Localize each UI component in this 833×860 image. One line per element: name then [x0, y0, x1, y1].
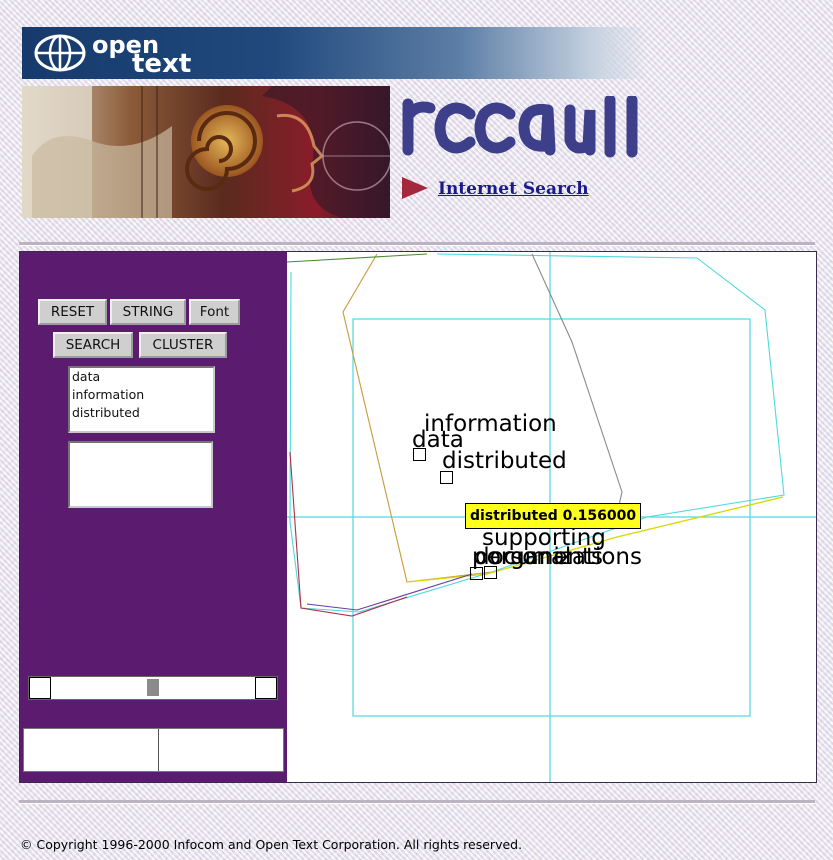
string-button[interactable]: STRING [110, 299, 186, 325]
term-weight-tooltip: distributed 0.156000 [465, 503, 642, 529]
font-button[interactable]: Font [189, 299, 240, 325]
control-panel: RESET STRING Font SEARCH CLUSTER data in… [20, 252, 287, 782]
term-label-organizations[interactable]: organizations [487, 546, 642, 569]
product-logo [398, 94, 663, 162]
gray-trace [531, 253, 623, 515]
status-field-right [159, 729, 283, 771]
slider-right-button[interactable] [255, 677, 277, 699]
copyright-notice: © Copyright 1996-2000 Infocom and Open T… [20, 837, 523, 852]
internet-search-link[interactable]: Internet Search [438, 179, 589, 199]
arrow-right-icon [402, 177, 428, 199]
opentext-banner: open text [22, 27, 648, 79]
result-list[interactable] [68, 441, 213, 508]
keyword-item[interactable]: distributed [72, 404, 213, 422]
keyword-item[interactable]: data [72, 368, 213, 386]
keyword-list[interactable]: data information distributed [68, 366, 215, 433]
green-trace [287, 253, 428, 263]
cluster-button[interactable]: CLUSTER [139, 332, 227, 358]
term-label-distributed[interactable]: distributed [442, 450, 567, 473]
keyword-item[interactable]: information [72, 386, 213, 404]
header-artwork [22, 86, 390, 218]
top-divider [19, 242, 815, 246]
red-trace [289, 451, 408, 617]
term-map-canvas[interactable]: information data distributed supporting … [287, 252, 816, 782]
logo-word-text: text [132, 49, 192, 79]
search-button[interactable]: SEARCH [53, 332, 133, 358]
globe-icon [34, 34, 86, 72]
slider-thumb[interactable] [147, 679, 159, 696]
map-applet: RESET STRING Font SEARCH CLUSTER data in… [19, 251, 817, 783]
purple-trace [306, 573, 473, 611]
slider-left-button[interactable] [29, 677, 51, 699]
zoom-slider[interactable] [28, 676, 278, 700]
reset-button[interactable]: RESET [38, 299, 107, 325]
status-bar [23, 728, 284, 772]
bottom-divider [19, 800, 815, 804]
status-field-left [24, 729, 159, 771]
